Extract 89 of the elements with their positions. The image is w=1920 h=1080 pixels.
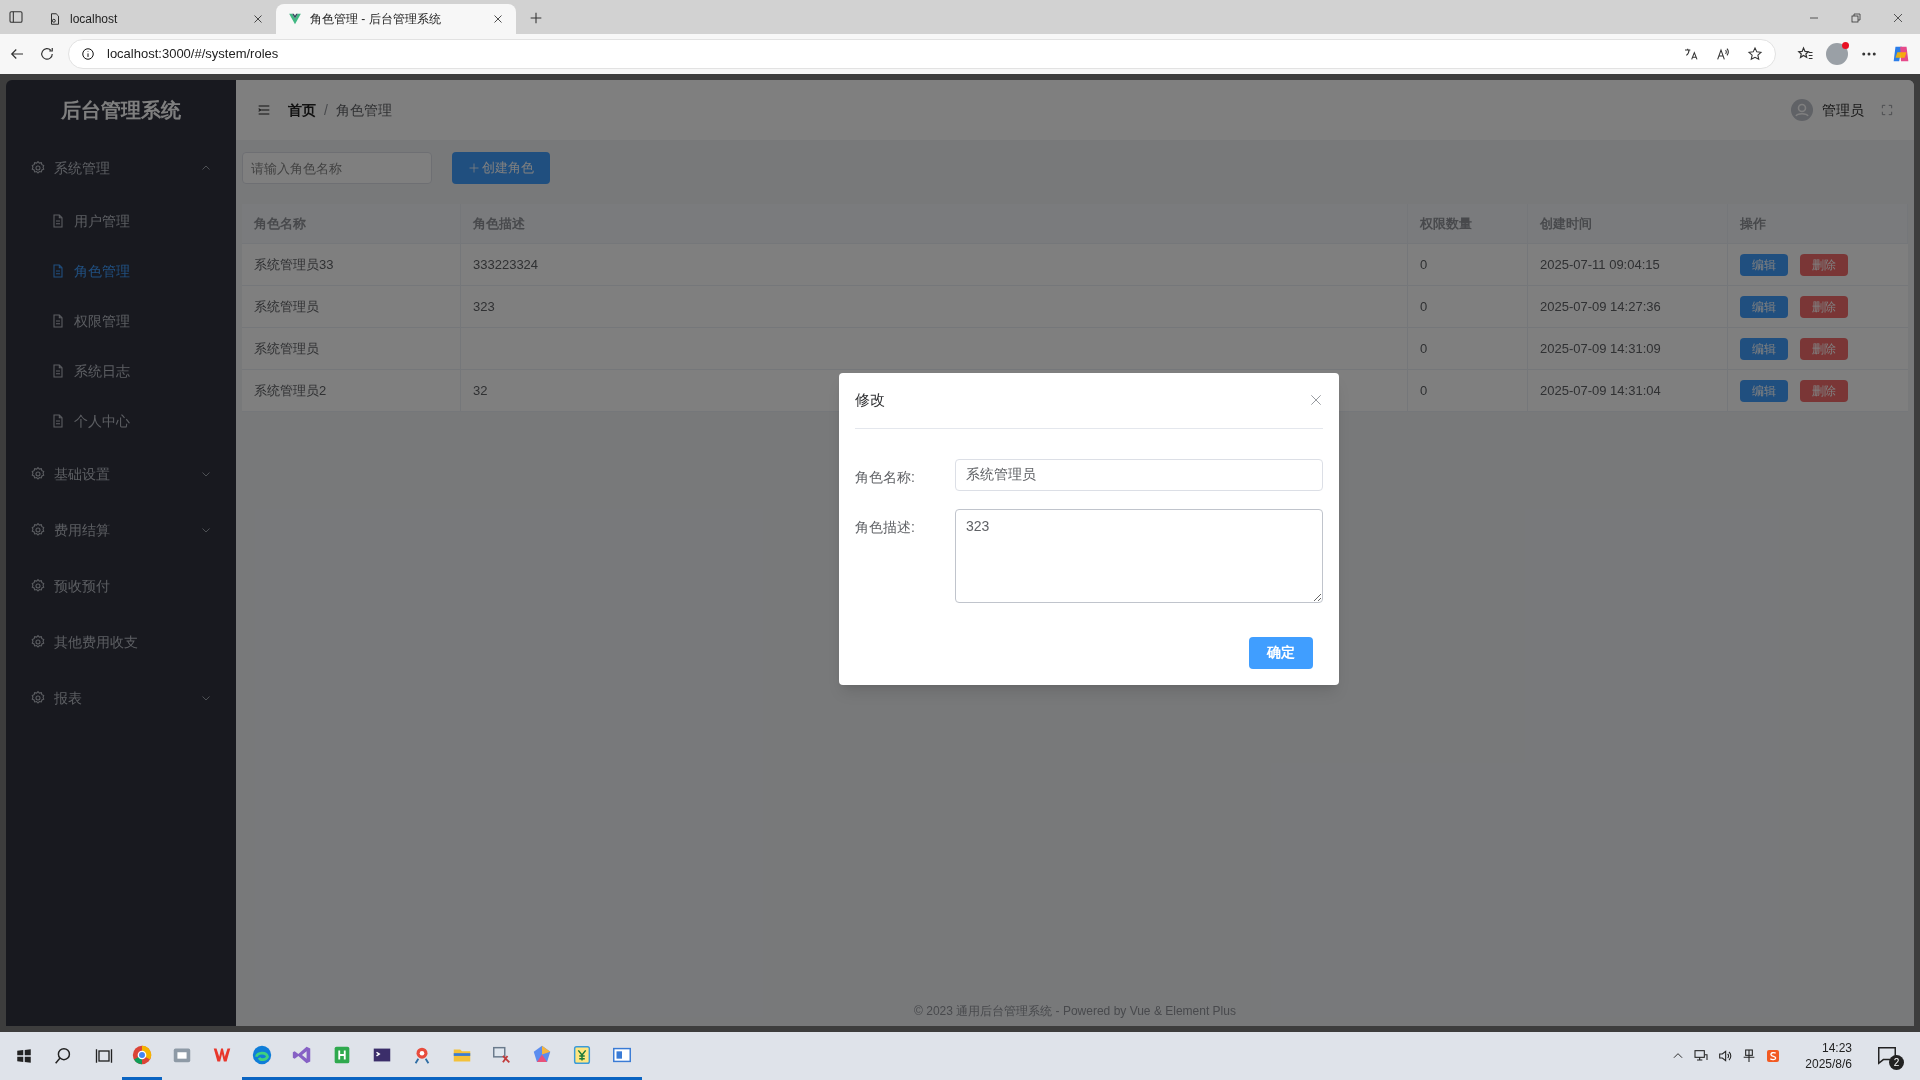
- task-view-icon[interactable]: [94, 1046, 114, 1066]
- notification-badge: 2: [1889, 1055, 1904, 1070]
- gear-icon: [30, 634, 46, 650]
- document-icon: [50, 213, 66, 229]
- address-bar[interactable]: localhost:3000/#/system/roles: [68, 39, 1776, 69]
- table-cell-text: 0: [1420, 297, 1428, 316]
- plus-icon: [468, 162, 480, 174]
- user-name[interactable]: 管理员: [1822, 99, 1864, 121]
- create-role-button[interactable]: 创建角色: [452, 152, 550, 184]
- menu-item[interactable]: 系统管理: [6, 140, 236, 196]
- app-title: 后台管理系统: [60, 98, 182, 123]
- submenu-item[interactable]: 系统日志: [6, 346, 236, 396]
- menu-icon[interactable]: [256, 102, 272, 118]
- refresh-icon[interactable]: [38, 45, 56, 63]
- url-text: localhost:3000/#/system/roles: [107, 45, 279, 64]
- edit-button[interactable]: 编辑: [1740, 379, 1788, 402]
- delete-button[interactable]: 删除: [1800, 379, 1848, 402]
- name-field[interactable]: 系统管理员: [955, 458, 1323, 491]
- close-icon[interactable]: [252, 13, 264, 25]
- breadcrumb-item: 角色管理: [335, 100, 392, 120]
- table-cell-text: 系统管理员33: [254, 255, 334, 274]
- edit-button[interactable]: 编辑: [1740, 253, 1788, 276]
- breadcrumb-separator: /: [324, 100, 328, 120]
- submenu-item[interactable]: 个人中心: [6, 396, 236, 446]
- table-cell-text: 323: [473, 297, 495, 316]
- tab-list-icon[interactable]: [8, 9, 24, 25]
- notification-icon[interactable]: [1876, 1044, 1898, 1066]
- document-icon: [50, 313, 66, 329]
- document-icon: [50, 413, 66, 429]
- table-cell-text: 2025-07-09 14:31:09: [1540, 339, 1661, 358]
- volume-icon[interactable]: [1717, 1048, 1734, 1064]
- clock-date[interactable]: 2025/8/6: [1805, 1056, 1852, 1072]
- delete-button[interactable]: 删除: [1800, 295, 1848, 318]
- menu-item[interactable]: 费用结算: [6, 502, 236, 558]
- star-icon[interactable]: [1747, 46, 1763, 62]
- menu-item[interactable]: 其他费用收支: [6, 614, 236, 670]
- translate-icon[interactable]: [1683, 46, 1699, 62]
- submenu-item[interactable]: 用户管理: [6, 196, 236, 246]
- network-icon[interactable]: [1693, 1048, 1710, 1064]
- browser-icon: [131, 1043, 153, 1066]
- edit-button[interactable]: 编辑: [1740, 295, 1788, 318]
- submenu-item[interactable]: 角色管理: [6, 246, 236, 296]
- delete-button[interactable]: 删除: [1800, 253, 1848, 276]
- dialog-title: 修改: [855, 390, 885, 410]
- table-cell-text: 系统管理员2: [254, 381, 327, 400]
- menu-item[interactable]: 预收预付: [6, 558, 236, 614]
- start-icon[interactable]: [15, 1047, 33, 1065]
- vue-logo-icon: [288, 12, 302, 26]
- document-icon: [50, 363, 66, 379]
- page-icon: [48, 12, 62, 26]
- breadcrumb-item[interactable]: 首页: [288, 99, 316, 121]
- menu-item[interactable]: 报表: [6, 670, 236, 726]
- document-icon: [50, 263, 66, 279]
- edit-button[interactable]: 编辑: [1740, 337, 1788, 360]
- table-cell-text: 2025-07-09 14:31:04: [1540, 381, 1661, 400]
- gear-icon: [30, 578, 46, 594]
- s-logo-icon[interactable]: [1765, 1048, 1782, 1064]
- close-icon[interactable]: [492, 13, 504, 25]
- table-cell-text: 32: [473, 381, 488, 400]
- yen-icon: [571, 1043, 593, 1066]
- gear-icon: [30, 522, 46, 538]
- browser-tab[interactable]: localhost: [36, 4, 276, 34]
- new-tab-icon[interactable]: [528, 10, 544, 26]
- description-field[interactable]: 323: [955, 508, 1323, 603]
- delete-button[interactable]: 删除: [1800, 337, 1848, 360]
- browser-icon: [251, 1043, 273, 1066]
- table-cell-text: 0: [1420, 339, 1428, 358]
- table-cell-text: 333223324: [473, 255, 539, 274]
- table-cell-text: 系统管理员: [254, 297, 319, 316]
- submenu-item[interactable]: 权限管理: [6, 296, 236, 346]
- confirm-button[interactable]: 确定: [1249, 636, 1313, 669]
- profile-avatar[interactable]: [1826, 43, 1848, 65]
- clock-time[interactable]: 14:23: [1821, 1040, 1852, 1056]
- close-icon[interactable]: [1892, 12, 1904, 24]
- info-icon: [81, 47, 95, 61]
- restore-icon[interactable]: [1850, 12, 1862, 24]
- table-cell-text: 0: [1420, 381, 1428, 400]
- table-cell-text: 2025-07-09 14:27:36: [1540, 297, 1661, 316]
- field-label: 角色描述:: [855, 517, 916, 537]
- table-cell-text: 0: [1420, 255, 1428, 274]
- gear-icon: [30, 690, 46, 706]
- read-aloud-icon[interactable]: [1715, 46, 1731, 62]
- gear-icon: [30, 160, 46, 176]
- browser-tab[interactable]: 角色管理 - 后台管理系统: [276, 4, 516, 34]
- field-label: 角色名称:: [855, 467, 916, 487]
- menu-item[interactable]: 基础设置: [6, 446, 236, 502]
- table-cell-text: 系统管理员: [254, 339, 319, 358]
- table-cell-text: 2025-07-11 09:04:15: [1540, 255, 1660, 274]
- gear-icon: [30, 466, 46, 482]
